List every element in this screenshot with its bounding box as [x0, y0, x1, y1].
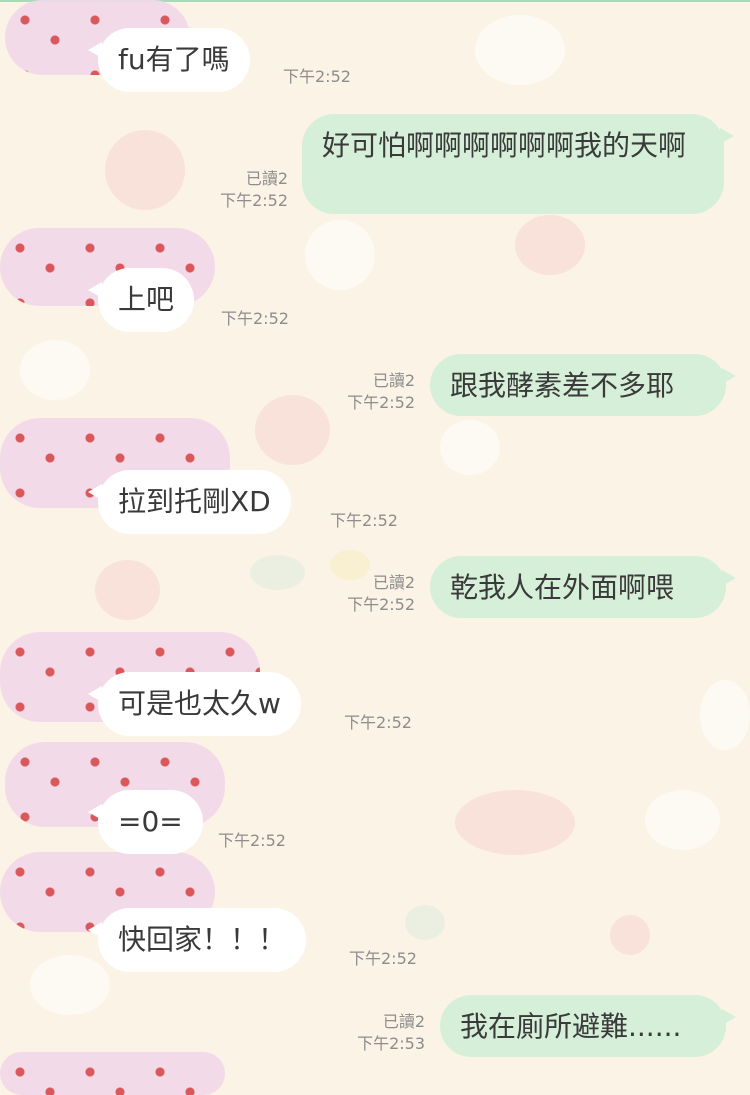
message-text: 好可怕啊啊啊啊啊啊我的天啊	[322, 129, 687, 162]
message-bubble-incoming[interactable]: 上吧	[87, 268, 195, 332]
message-text: 我在廁所避難......	[460, 1010, 682, 1043]
wallpaper-shape	[645, 790, 720, 850]
avatar[interactable]	[0, 1052, 225, 1095]
message-time: 下午2:52	[283, 67, 351, 86]
read-receipt: 已讀2	[382, 1012, 425, 1031]
message-bubble-outgoing[interactable]: 跟我酵素差不多耶	[430, 354, 736, 416]
message-time: 下午2:52	[347, 595, 415, 614]
wallpaper-shape	[515, 215, 585, 275]
message-text: 拉到托剛XD	[118, 485, 271, 518]
message-time: 下午2:52	[347, 393, 415, 412]
message-bubble-incoming[interactable]: 快回家！！！	[87, 908, 307, 972]
wallpaper-shape	[455, 790, 575, 855]
wallpaper-shape	[250, 555, 305, 590]
message-text: fu有了嗎	[118, 43, 230, 76]
message-time: 下午2:52	[220, 191, 288, 210]
message-bubble-outgoing[interactable]: 我在廁所避難......	[440, 995, 736, 1057]
message-bubble-outgoing[interactable]: 好可怕啊啊啊啊啊啊我的天啊	[302, 114, 734, 214]
wallpaper-shape	[20, 340, 90, 400]
message-bubble-outgoing[interactable]: 乾我人在外面啊喂	[430, 556, 736, 618]
message-time: 下午2:52	[218, 831, 286, 850]
wallpaper-shape	[610, 915, 650, 955]
message-bubble-incoming[interactable]: =0=	[88, 790, 203, 854]
message-time: 下午2:52	[344, 713, 412, 732]
read-receipt: 已讀2	[245, 169, 288, 188]
message-bubble-incoming[interactable]: 拉到托剛XD	[88, 470, 291, 534]
wallpaper-shape	[105, 130, 185, 210]
message-text: =0=	[118, 805, 183, 838]
wallpaper-shape	[405, 905, 445, 940]
message-text: 跟我酵素差不多耶	[450, 369, 675, 402]
message-text: 上吧	[118, 283, 175, 316]
wallpaper-shape	[700, 680, 750, 750]
wallpaper-shape	[475, 15, 565, 85]
message-time: 下午2:52	[330, 511, 398, 530]
message-text: 乾我人在外面啊喂	[450, 571, 675, 604]
wallpaper-shape	[255, 395, 330, 465]
wallpaper-shape	[440, 420, 500, 475]
read-receipt: 已讀2	[372, 573, 415, 592]
message-text: 可是也太久w	[118, 687, 281, 720]
message-time: 下午2:52	[349, 949, 417, 968]
wallpaper-shape	[95, 560, 160, 620]
message-time: 下午2:52	[221, 309, 289, 328]
message-bubble-incoming[interactable]: 可是也太久w	[88, 672, 301, 736]
read-receipt: 已讀2	[372, 371, 415, 390]
wallpaper-shape	[305, 220, 375, 290]
message-bubble-incoming[interactable]: fu有了嗎	[88, 28, 250, 92]
wallpaper-shape	[30, 955, 110, 1015]
message-time: 下午2:53	[357, 1034, 425, 1053]
message-text: 快回家！！！	[118, 923, 287, 956]
